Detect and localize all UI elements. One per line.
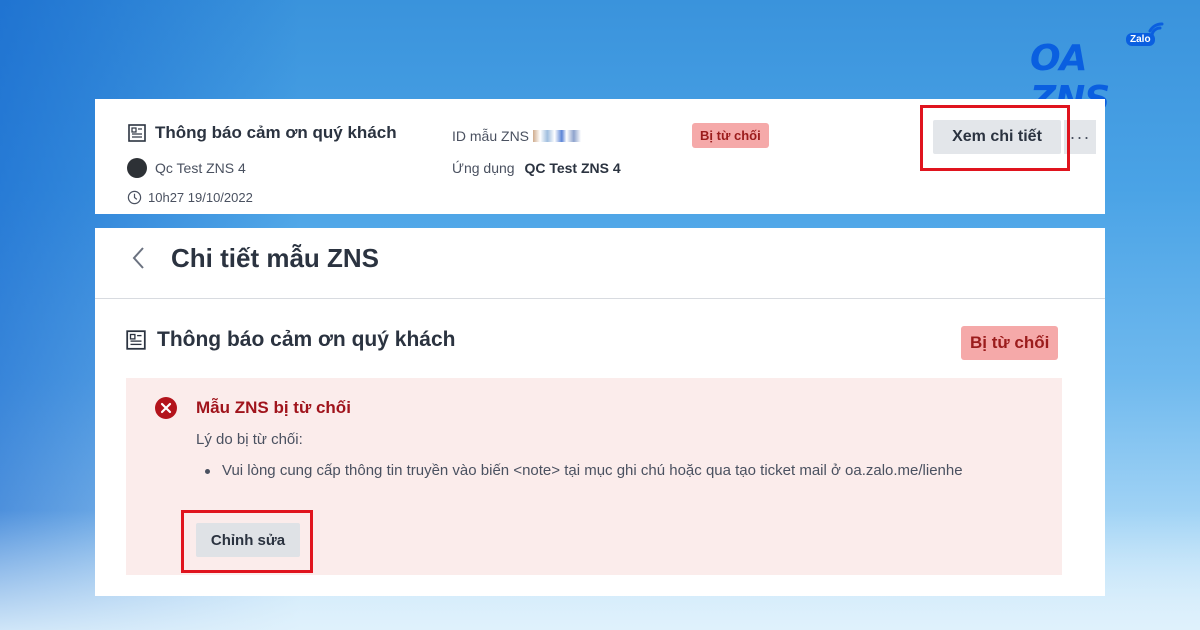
template-id-label: ID mẫu ZNS bbox=[452, 128, 530, 144]
app-row: Ứng dụng QC Test ZNS 4 bbox=[452, 160, 621, 176]
clock-icon bbox=[127, 190, 142, 205]
detail-template-title: Thông báo cảm ơn quý khách bbox=[157, 328, 456, 351]
rejection-title: Mẫu ZNS bị từ chối bbox=[196, 398, 351, 417]
detail-status-badge: Bị từ chối bbox=[961, 326, 1059, 360]
app-value: QC Test ZNS 4 bbox=[524, 160, 621, 176]
template-list-card: Thông báo cảm ơn quý khách Qc Test ZNS 4… bbox=[95, 99, 1105, 214]
owner-name: Qc Test ZNS 4 bbox=[155, 160, 246, 176]
detail-template-title-row: Thông báo cảm ơn quý khách bbox=[125, 328, 455, 352]
reason-label: Lý do bị từ chối: bbox=[196, 431, 303, 448]
timestamp: 10h27 19/10/2022 bbox=[148, 190, 253, 205]
detail-header: Chi tiết mẫu ZNS bbox=[95, 228, 1105, 299]
reason-text: Vui lòng cung cấp thông tin truyền vào b… bbox=[222, 462, 963, 479]
error-icon bbox=[155, 397, 177, 419]
highlight-frame bbox=[181, 510, 313, 573]
bullet bbox=[205, 469, 210, 474]
owner-row: Qc Test ZNS 4 bbox=[127, 158, 246, 178]
status-badge: Bị từ chối bbox=[692, 123, 769, 148]
template-title: Thông báo cảm ơn quý khách bbox=[155, 123, 397, 142]
document-icon bbox=[126, 330, 146, 350]
back-icon[interactable] bbox=[131, 245, 147, 271]
template-id-redacted bbox=[533, 130, 582, 142]
reason-item: Vui lòng cung cấp thông tin truyền vào b… bbox=[205, 458, 1042, 484]
avatar bbox=[127, 158, 147, 178]
rejection-panel: Mẫu ZNS bị từ chối Lý do bị từ chối: Vui… bbox=[126, 378, 1062, 575]
page-title: Chi tiết mẫu ZNS bbox=[171, 243, 380, 273]
oa-zns-logo: OA ZNS Zalo bbox=[1030, 22, 1170, 120]
document-icon bbox=[128, 124, 146, 142]
template-id: ID mẫu ZNS bbox=[452, 128, 582, 144]
app-label: Ứng dụng bbox=[452, 160, 515, 176]
timestamp-row: 10h27 19/10/2022 bbox=[127, 190, 253, 205]
highlight-frame bbox=[920, 105, 1070, 171]
signal-icon bbox=[1148, 22, 1164, 38]
template-title-row: Thông báo cảm ơn quý khách bbox=[127, 123, 397, 143]
template-detail-card: Chi tiết mẫu ZNS Thông báo cảm ơn quý kh… bbox=[95, 228, 1105, 596]
